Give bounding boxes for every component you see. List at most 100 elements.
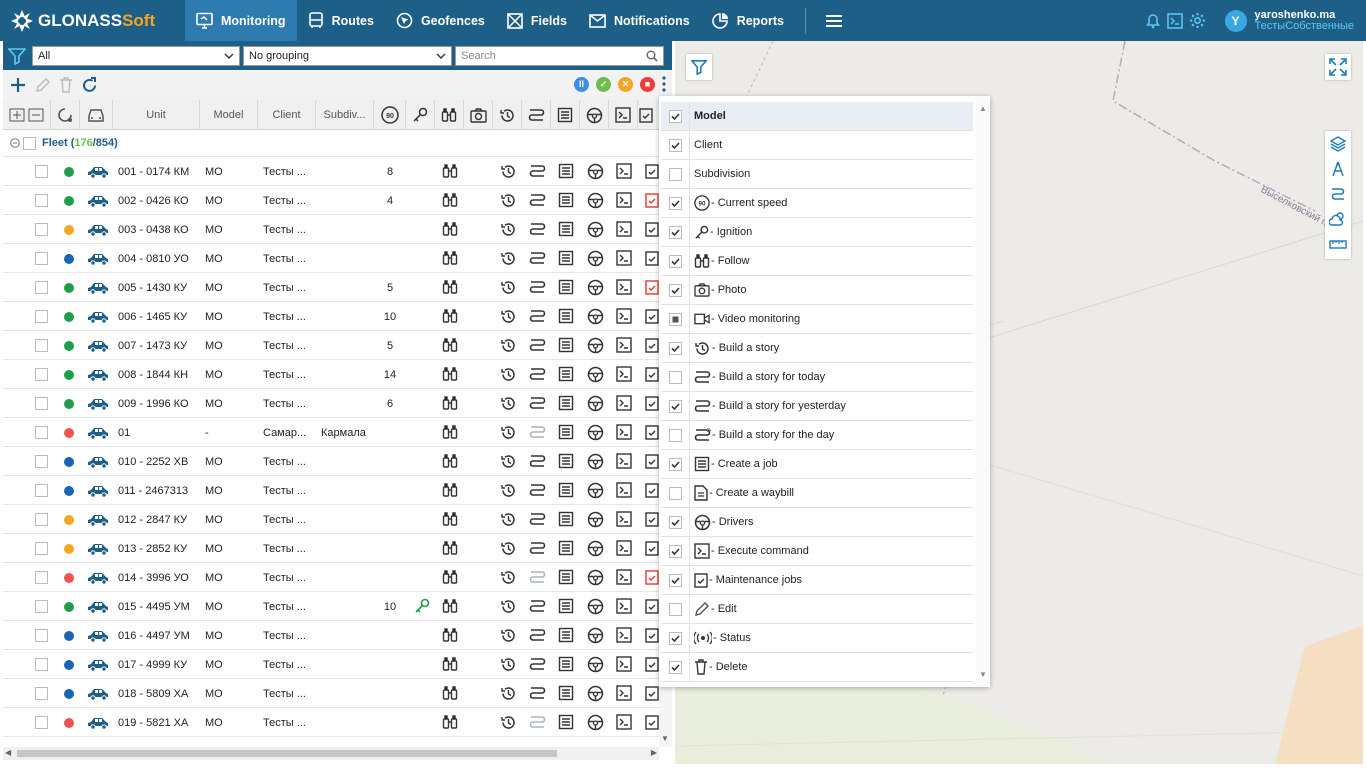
column-option-checkbox[interactable] [661,101,690,131]
column-option-checkbox[interactable] [661,652,690,682]
column-option[interactable]: - Build a story for today [661,362,973,392]
column-option-checkbox[interactable] [661,130,690,160]
row-checkbox[interactable] [35,397,48,410]
maintenance-clipboard-icon[interactable] [645,308,659,327]
create-job-icon[interactable] [558,540,574,559]
nav-notifications[interactable]: Notifications [578,0,701,41]
drivers-steering-wheel-icon[interactable] [587,685,604,705]
execute-command-terminal-icon[interactable] [616,250,632,269]
row-checkbox[interactable] [35,426,48,439]
maintenance-clipboard-icon[interactable] [645,656,659,675]
table-row[interactable]: 019 - 5821 ХА МО Тесты ... [3,708,659,737]
column-option[interactable]: - Follow [661,246,973,276]
column-subdivision[interactable]: Subdiv... [316,100,374,130]
follow-binoculars-icon[interactable] [442,163,458,182]
maintenance-clipboard-icon[interactable] [645,453,659,472]
row-checkbox[interactable] [35,629,48,642]
column-option-checkbox[interactable] [661,507,690,537]
ruler-icon[interactable] [1325,231,1351,256]
build-story-route-icon[interactable] [529,627,546,646]
build-story-route-icon[interactable] [529,511,546,530]
follow-binoculars-icon[interactable] [442,598,458,617]
column-option[interactable]: - Edit [661,594,973,624]
execute-command-terminal-icon[interactable] [616,714,632,733]
cancel-icon[interactable]: ✕ [618,76,633,92]
drivers-steering-wheel-icon[interactable] [587,482,604,502]
build-story-history-icon[interactable] [500,598,517,618]
column-option-checkbox[interactable] [661,391,690,421]
column-option-checkbox[interactable] [661,449,690,479]
build-story-history-icon[interactable] [500,714,517,734]
table-row[interactable]: 013 - 2852 КУ МО Тесты ... [3,534,659,563]
create-job-icon[interactable] [558,337,574,356]
trash-icon[interactable] [59,77,73,93]
weather-icon[interactable] [1325,206,1351,231]
drivers-steering-wheel-icon[interactable] [587,540,604,560]
table-row[interactable]: 006 - 1465 КУ МО Тесты ... 10 [3,302,659,331]
create-job-icon[interactable] [558,366,574,385]
execute-command-terminal-icon[interactable] [616,192,632,211]
row-checkbox[interactable] [35,368,48,381]
status-column-icon[interactable] [51,100,80,130]
car-column-icon[interactable] [80,100,113,130]
column-option[interactable]: - Photo [661,275,973,305]
maintenance-clipboard-icon[interactable] [645,627,659,646]
user-info[interactable]: yaroshenko.ma ТестыСобственные [1255,9,1354,32]
column-option-checkbox[interactable] [661,536,690,566]
build-story-history-icon[interactable] [500,453,517,473]
maintenance-clipboard-icon[interactable] [645,482,659,501]
row-checkbox[interactable] [35,542,48,555]
table-row[interactable]: 007 - 1473 КУ МО Тесты ... 5 [3,331,659,360]
table-row[interactable]: 016 - 4497 УМ МО Тесты ... [3,621,659,650]
table-row[interactable]: 018 - 5809 ХА МО Тесты ... [3,679,659,708]
follow-binoculars-icon[interactable] [442,221,458,240]
fleet-checkbox[interactable] [23,136,36,150]
follow-binoculars-icon[interactable] [442,540,458,559]
execute-command-terminal-icon[interactable] [616,685,632,704]
column-option[interactable]: - Drivers [661,507,973,537]
execute-command-terminal-icon[interactable] [616,511,632,530]
column-model[interactable]: Model [200,100,258,130]
drivers-steering-wheel-icon[interactable] [587,714,604,734]
collapse-icon[interactable] [10,138,20,148]
build-story-history-icon[interactable] [500,250,517,270]
expand-collapse-icon[interactable] [3,100,51,130]
column-option[interactable]: - Build a story [661,333,973,363]
search-input[interactable]: Search [455,45,664,66]
create-job-icon[interactable] [558,279,574,298]
column-client[interactable]: Client [258,100,316,130]
follow-binoculars-icon[interactable] [442,453,458,472]
follow-binoculars-icon[interactable] [442,337,458,356]
execute-command-terminal-icon[interactable] [616,395,632,414]
maintenance-clipboard-icon[interactable] [645,395,659,414]
build-story-route-icon[interactable] [529,540,546,559]
logo[interactable]: GLONASS Soft [0,0,185,41]
terminal-icon[interactable] [609,100,638,130]
terminal-icon[interactable] [1166,12,1183,29]
follow-binoculars-icon[interactable] [442,395,458,414]
ignition-key-icon[interactable] [414,598,430,617]
table-row[interactable]: 003 - 0438 КО МО Тесты ... [3,215,659,244]
drivers-steering-wheel-icon[interactable] [587,395,604,415]
layers-icon[interactable] [1325,131,1351,156]
drivers-steering-wheel-icon[interactable] [587,308,604,328]
column-option-checkbox[interactable] [661,594,690,624]
build-story-history-icon[interactable] [500,511,517,531]
drivers-steering-wheel-icon[interactable] [587,627,604,647]
follow-binoculars-icon[interactable] [442,366,458,385]
drivers-steering-wheel-icon[interactable] [587,337,604,357]
drivers-steering-wheel-icon[interactable] [587,656,604,676]
build-story-route-icon[interactable] [529,482,546,501]
column-option-checkbox[interactable] [661,478,690,508]
table-row[interactable]: 012 - 2847 КУ МО Тесты ... [3,505,659,534]
build-story-history-icon[interactable] [500,163,517,183]
key-icon[interactable] [406,100,435,130]
build-story-history-icon[interactable] [500,482,517,502]
execute-command-terminal-icon[interactable] [616,453,632,472]
execute-command-terminal-icon[interactable] [616,221,632,240]
pencil-icon[interactable] [35,77,51,93]
build-story-history-icon[interactable] [500,192,517,212]
follow-binoculars-icon[interactable] [442,308,458,327]
nav-reports[interactable]: Reports [701,0,795,41]
create-job-icon[interactable] [558,627,574,646]
